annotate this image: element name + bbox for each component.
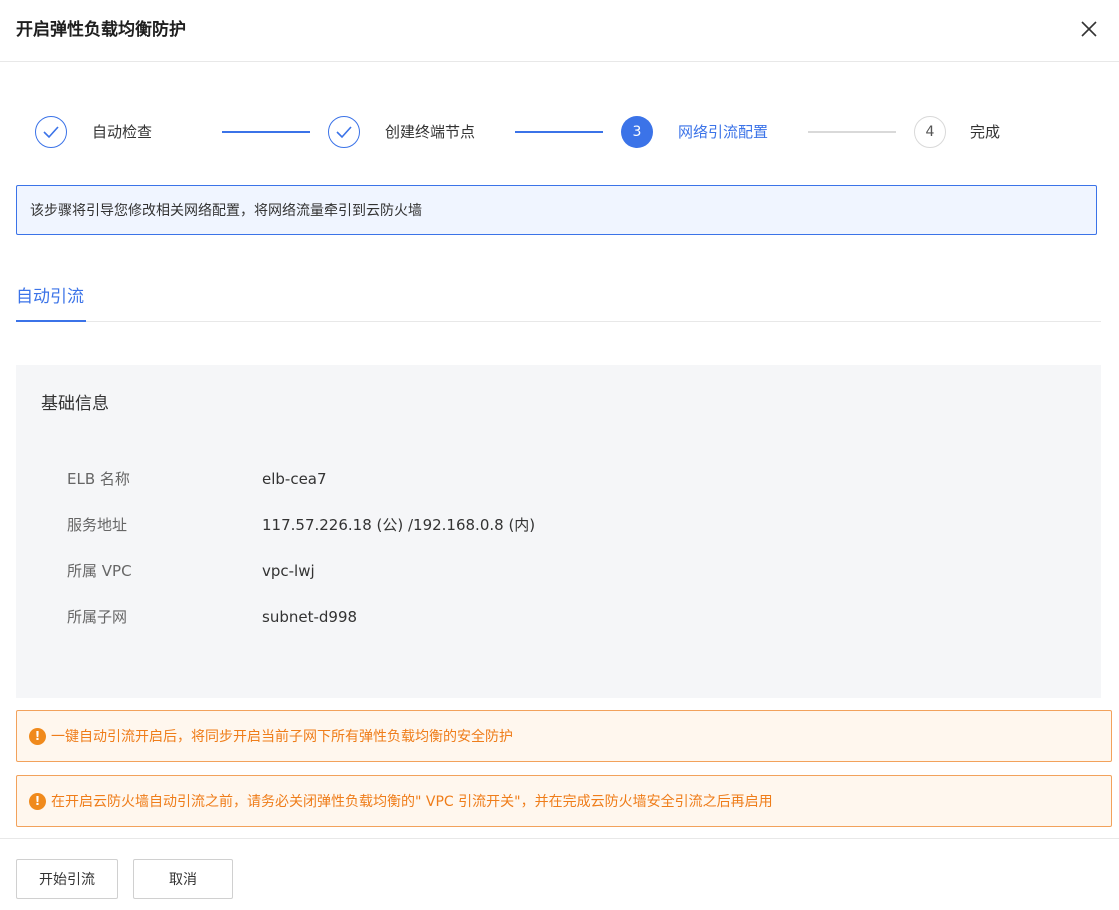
- warning-banner-2: ! 在开启云防火墙自动引流之前，请务必关闭弹性负载均衡的" VPC 引流开关"，…: [16, 775, 1112, 827]
- warning-icon: !: [29, 792, 46, 810]
- start-diversion-button[interactable]: 开始引流: [16, 859, 118, 899]
- step-3-label: 网络引流配置: [678, 123, 769, 141]
- dialog-footer: 开始引流 取消: [0, 838, 1119, 910]
- step-3-indicator: 3: [621, 116, 653, 148]
- info-banner-text: 该步骤将引导您修改相关网络配置，将网络流量牵引到云防火墙: [30, 203, 422, 219]
- info-key: 所属 VPC: [67, 562, 132, 580]
- cancel-button[interactable]: 取消: [133, 859, 233, 899]
- basic-info-title: 基础信息: [41, 394, 109, 414]
- info-value: vpc-lwj: [262, 562, 315, 580]
- warning-text: 一键自动引流开启后，将同步开启当前子网下所有弹性负载均衡的安全防护: [51, 729, 513, 745]
- warning-icon: !: [29, 727, 46, 745]
- step-connector-1: [222, 131, 310, 133]
- info-value: 117.57.226.18 (公) /192.168.0.8 (内): [262, 516, 536, 534]
- dialog-header: 开启弹性负载均衡防护: [0, 0, 1119, 62]
- warning-banner-1: ! 一键自动引流开启后，将同步开启当前子网下所有弹性负载均衡的安全防护: [16, 710, 1112, 762]
- step-2-label: 创建终端节点: [385, 123, 476, 141]
- tab-active-underline: [16, 320, 86, 322]
- close-icon: [1081, 21, 1097, 37]
- step-1-indicator: [35, 116, 67, 148]
- step-2-indicator: [328, 116, 360, 148]
- close-button[interactable]: [1077, 17, 1101, 41]
- step-connector-2: [515, 131, 603, 133]
- info-value: elb-cea7: [262, 470, 327, 488]
- step-connector-3: [808, 131, 896, 133]
- step-4-indicator: 4: [914, 116, 946, 148]
- dialog-title: 开启弹性负载均衡防护: [16, 20, 186, 40]
- info-value: subnet-d998: [262, 608, 358, 626]
- basic-info-panel: 基础信息 ELB 名称 elb-cea7 服务地址 117.57.226.18 …: [16, 365, 1101, 698]
- step-1-label: 自动检查: [92, 123, 153, 141]
- tab-bar: 自动引流: [16, 284, 1101, 322]
- step-4-label: 完成: [970, 123, 1001, 141]
- info-key: ELB 名称: [67, 470, 130, 488]
- steps-progress: 自动检查 创建终端节点 3 网络引流配置 4 完成: [0, 112, 1119, 154]
- info-key: 服务地址: [67, 516, 128, 534]
- check-icon: [43, 126, 59, 139]
- tab-auto-diversion[interactable]: 自动引流: [16, 284, 84, 322]
- check-icon: [336, 126, 352, 139]
- info-banner: 该步骤将引导您修改相关网络配置，将网络流量牵引到云防火墙: [16, 185, 1097, 235]
- info-key: 所属子网: [67, 608, 128, 626]
- warning-text: 在开启云防火墙自动引流之前，请务必关闭弹性负载均衡的" VPC 引流开关"，并在…: [51, 794, 773, 810]
